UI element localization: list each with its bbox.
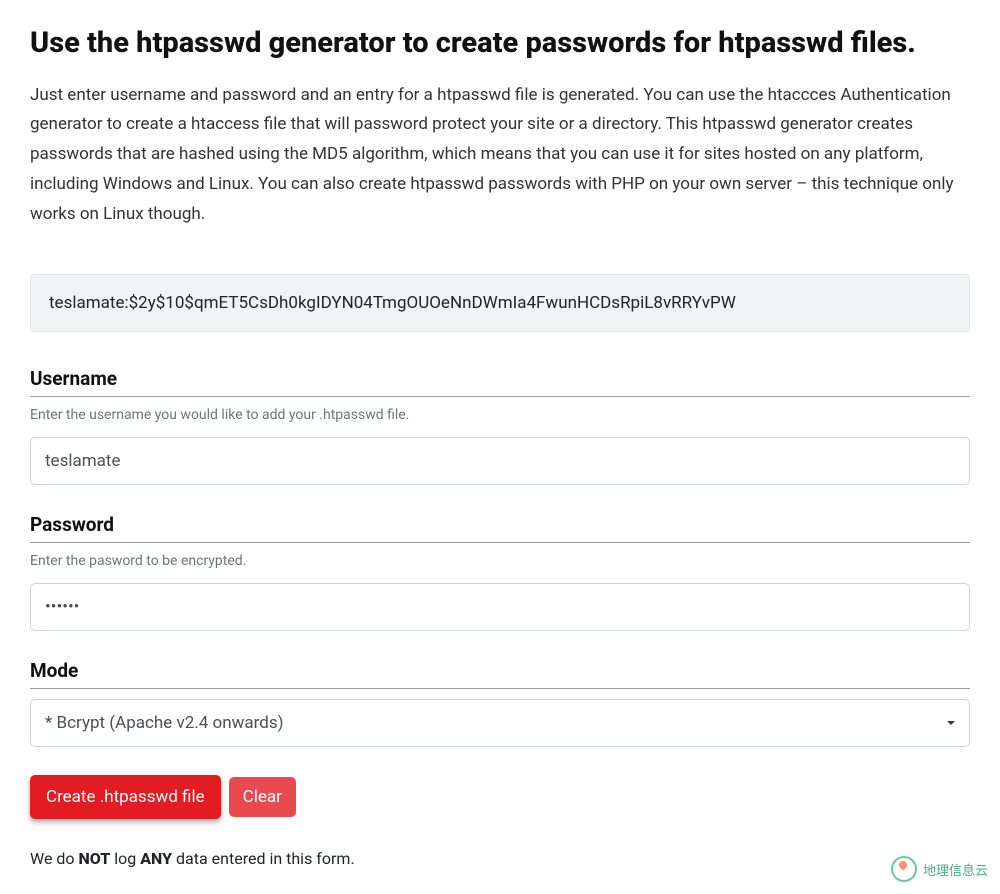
username-input[interactable] [30, 437, 970, 485]
disclaimer-text: We do NOT log ANY data entered in this f… [30, 849, 970, 868]
disclaimer-mid: log [110, 849, 140, 868]
disclaimer-prefix: We do [30, 849, 79, 868]
password-label: Password [30, 513, 970, 543]
clear-button[interactable]: Clear [229, 777, 296, 817]
mode-label: Mode [30, 659, 970, 689]
generated-output: teslamate:$2y$10$qmET5CsDh0kgIDYN04TmgOU… [30, 274, 970, 332]
mode-select[interactable]: * Bcrypt (Apache v2.4 onwards) [30, 699, 970, 747]
password-input[interactable] [30, 583, 970, 631]
page-title: Use the htpasswd generator to create pas… [30, 25, 970, 63]
intro-paragraph: Just enter username and password and an … [30, 81, 970, 230]
password-group: Password Enter the pasword to be encrypt… [30, 513, 970, 631]
mode-group: Mode * Bcrypt (Apache v2.4 onwards) [30, 659, 970, 747]
disclaimer-suffix: data entered in this form. [172, 849, 355, 868]
disclaimer-any: ANY [140, 849, 172, 868]
username-hint: Enter the username you would like to add… [30, 407, 970, 423]
username-group: Username Enter the username you would li… [30, 367, 970, 485]
button-row: Create .htpasswd file Clear [30, 775, 970, 819]
password-hint: Enter the pasword to be encrypted. [30, 553, 970, 569]
create-button[interactable]: Create .htpasswd file [30, 775, 221, 819]
disclaimer-not: NOT [79, 849, 111, 868]
username-label: Username [30, 367, 970, 397]
